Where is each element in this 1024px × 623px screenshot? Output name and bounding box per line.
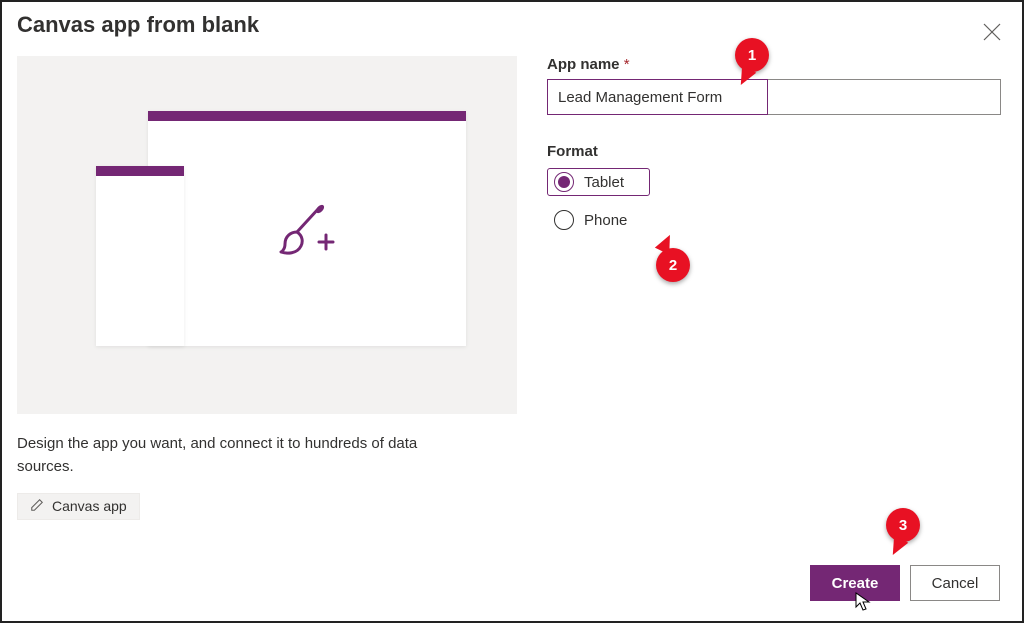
format-label: Format	[547, 143, 1001, 160]
tag-label: Canvas app	[52, 498, 127, 514]
radio-label: Phone	[584, 212, 627, 229]
dialog-title: Canvas app from blank	[17, 12, 1007, 38]
required-marker: *	[624, 56, 630, 73]
tablet-preview	[148, 111, 466, 346]
annotation-1: 1	[735, 38, 769, 72]
canvas-app-tag[interactable]: Canvas app	[17, 493, 140, 520]
phone-preview	[96, 166, 184, 346]
app-name-input[interactable]	[547, 79, 1001, 115]
preview-panel	[17, 56, 517, 414]
format-option-tablet[interactable]: Tablet	[547, 166, 1001, 198]
brush-plus-icon	[275, 202, 339, 266]
radio-label: Tablet	[584, 174, 624, 191]
close-icon[interactable]	[980, 20, 1004, 44]
radio-icon	[554, 210, 574, 230]
pencil-icon	[30, 498, 44, 515]
format-option-phone[interactable]: Phone	[547, 204, 1001, 236]
annotation-2: 2	[656, 248, 690, 282]
dialog-description: Design the app you want, and connect it …	[17, 432, 467, 479]
cursor-icon	[854, 592, 872, 612]
annotation-3: 3	[886, 508, 920, 542]
app-name-label: App name *	[547, 56, 1001, 73]
cancel-button[interactable]: Cancel	[910, 565, 1000, 601]
radio-icon	[554, 172, 574, 192]
